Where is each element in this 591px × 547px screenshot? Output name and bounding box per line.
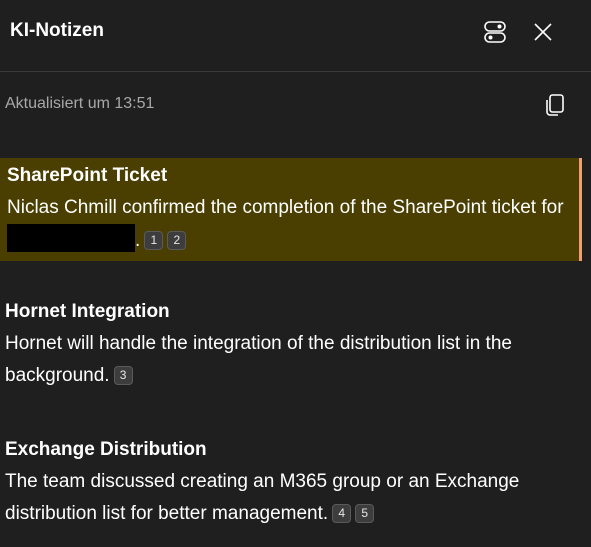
- note-body-text: Hornet will handle the integration of th…: [5, 333, 512, 386]
- note-body-text: The team discussed creating an M365 grou…: [5, 471, 520, 524]
- ai-notes-panel: KI-Notizen Aktualisiert um 13:51 SharePo…: [0, 0, 591, 547]
- note-title: Hornet Integration: [5, 301, 170, 322]
- note-title: Exchange Distribution: [5, 439, 207, 460]
- copy-button[interactable]: [540, 90, 570, 120]
- note-body-text: Niclas Chmill confirmed the completion o…: [7, 197, 564, 218]
- note-body: Hornet will handle the integration of th…: [5, 328, 586, 392]
- note-body: Niclas Chmill confirmed the completion o…: [7, 192, 574, 257]
- close-button[interactable]: [528, 17, 558, 47]
- citation-badge[interactable]: 4: [332, 504, 352, 523]
- panel-header: KI-Notizen: [0, 0, 591, 72]
- citation-badge[interactable]: 3: [113, 366, 133, 385]
- citation-badge[interactable]: 1: [144, 231, 164, 250]
- redacted-block: [7, 224, 135, 252]
- last-updated-label: Aktualisiert um 13:51: [5, 95, 155, 112]
- citation-badge[interactable]: 5: [355, 504, 375, 523]
- notes-subheader: Aktualisiert um 13:51: [0, 73, 591, 135]
- close-icon: [534, 23, 552, 41]
- note-body-suffix: .: [135, 230, 141, 251]
- view-toggle-icon: [484, 21, 506, 43]
- note-item-hornet-integration[interactable]: Hornet Integration Hornet will handle th…: [0, 296, 591, 392]
- citation-badge[interactable]: 2: [167, 231, 187, 250]
- note-body: The team discussed creating an M365 grou…: [5, 466, 586, 530]
- view-toggle-button[interactable]: [480, 17, 510, 47]
- panel-title: KI-Notizen: [10, 20, 104, 41]
- copy-icon: [546, 94, 564, 116]
- note-title: SharePoint Ticket: [7, 165, 168, 186]
- note-item-sharepoint-ticket[interactable]: SharePoint Ticket Niclas Chmill confirme…: [0, 158, 582, 261]
- note-item-exchange-distribution[interactable]: Exchange Distribution The team discussed…: [0, 434, 591, 530]
